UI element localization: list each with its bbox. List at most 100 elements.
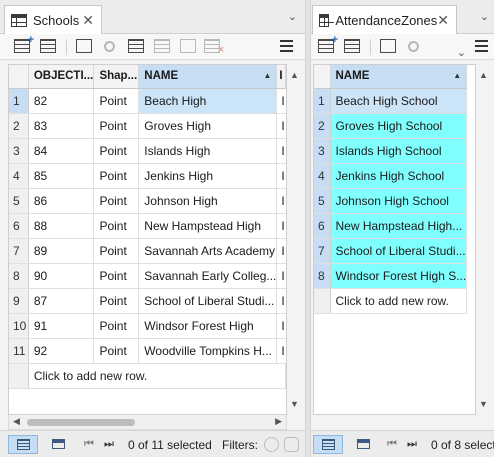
- cell-truncated[interactable]: I: [276, 238, 286, 264]
- show-selected-records-icon[interactable]: [357, 439, 370, 449]
- cell-name[interactable]: New Hampstead High...: [330, 213, 468, 239]
- add-new-row-cell[interactable]: Click to add new row.: [28, 363, 286, 389]
- clear-selection-icon[interactable]: [154, 39, 170, 53]
- tab-attendance-zones[interactable]: AttendanceZones ✕: [312, 5, 457, 34]
- cell-name[interactable]: Windsor Forest High S...: [330, 263, 468, 289]
- chevron-down-icon[interactable]: ⌄: [288, 10, 297, 23]
- column-header-name[interactable]: NAME: [138, 65, 278, 89]
- tab-schools[interactable]: Schools ✕: [4, 5, 102, 34]
- table-row[interactable]: 11 92 Point Woodville Tompkins H... I: [9, 338, 286, 364]
- chevron-down-icon[interactable]: ⌄: [480, 10, 489, 23]
- column-header-truncated[interactable]: I: [276, 65, 286, 89]
- show-selected-records-icon[interactable]: [52, 439, 65, 449]
- switch-selection-icon[interactable]: [128, 39, 144, 53]
- cell-name[interactable]: Jenkins High: [138, 163, 278, 189]
- cell-shape[interactable]: Point: [93, 88, 140, 114]
- show-all-records-button[interactable]: [313, 435, 343, 454]
- cell-truncated[interactable]: I: [276, 213, 286, 239]
- row-number[interactable]: 4: [9, 163, 29, 189]
- scroll-left-icon[interactable]: ◀: [13, 416, 20, 427]
- scroll-down-icon[interactable]: ▼: [479, 399, 488, 409]
- select-by-attributes-icon[interactable]: [380, 39, 396, 53]
- cell-shape[interactable]: Point: [93, 313, 140, 339]
- scroll-up-icon[interactable]: ▲: [479, 70, 488, 80]
- table-row[interactable]: 6 88 Point New Hampstead High I: [9, 213, 286, 239]
- row-number[interactable]: 7: [9, 238, 29, 264]
- add-new-row-cell[interactable]: Click to add new row.: [330, 288, 468, 314]
- horizontal-scrollbar[interactable]: ◀ ▶: [8, 415, 287, 430]
- cell-objectid[interactable]: 89: [28, 238, 95, 264]
- calculate-field-icon[interactable]: [344, 39, 360, 53]
- cell-name[interactable]: Jenkins High School: [330, 163, 468, 189]
- cell-objectid[interactable]: 85: [28, 163, 95, 189]
- cell-objectid[interactable]: 82: [28, 88, 95, 114]
- table-row[interactable]: 7 School of Liberal Studi...: [314, 238, 468, 264]
- cell-truncated[interactable]: I: [276, 288, 286, 314]
- add-row[interactable]: Click to add new row.: [9, 363, 286, 389]
- cell-name[interactable]: Johnson High: [138, 188, 278, 214]
- menu-icon[interactable]: [475, 40, 488, 52]
- table-row[interactable]: 6 New Hampstead High...: [314, 213, 468, 239]
- cell-name[interactable]: Islands High: [138, 138, 278, 164]
- row-number[interactable]: 3: [9, 138, 29, 164]
- cell-objectid[interactable]: 91: [28, 313, 95, 339]
- table-row[interactable]: 4 Jenkins High School: [314, 163, 468, 189]
- copy-selection-icon[interactable]: [180, 39, 196, 53]
- add-row[interactable]: Click to add new row.: [314, 288, 468, 314]
- cell-shape[interactable]: Point: [93, 213, 140, 239]
- table-row[interactable]: 5 86 Point Johnson High I: [9, 188, 286, 214]
- cell-objectid[interactable]: 87: [28, 288, 95, 314]
- cell-truncated[interactable]: I: [276, 88, 286, 114]
- column-header-objectid[interactable]: OBJECTI...: [28, 65, 95, 89]
- extent-filter-icon[interactable]: [264, 437, 279, 452]
- row-number[interactable]: 2: [314, 113, 331, 139]
- add-field-icon[interactable]: [318, 34, 338, 53]
- cell-truncated[interactable]: I: [276, 113, 286, 139]
- select-by-attributes-icon[interactable]: [76, 39, 92, 53]
- cell-shape[interactable]: Point: [93, 113, 140, 139]
- cell-truncated[interactable]: I: [276, 313, 286, 339]
- cell-shape[interactable]: Point: [93, 263, 140, 289]
- row-number[interactable]: 7: [314, 238, 331, 264]
- last-record-icon[interactable]: ⏭: [407, 438, 417, 451]
- table-row[interactable]: 1 Beach High School: [314, 88, 468, 114]
- delete-selection-icon[interactable]: [204, 39, 224, 56]
- scroll-right-icon[interactable]: ▶: [275, 416, 282, 427]
- cell-shape[interactable]: Point: [93, 188, 140, 214]
- table-row[interactable]: 5 Johnson High School: [314, 188, 468, 214]
- row-number[interactable]: 8: [314, 263, 331, 289]
- cell-name[interactable]: Beach High School: [330, 88, 468, 114]
- row-number[interactable]: 1: [314, 88, 331, 114]
- add-field-icon[interactable]: [14, 34, 34, 53]
- cell-shape[interactable]: Point: [93, 138, 140, 164]
- row-number[interactable]: 10: [9, 313, 29, 339]
- cell-name[interactable]: Beach High: [138, 88, 278, 114]
- row-number[interactable]: 8: [9, 263, 29, 289]
- vertical-scrollbar[interactable]: ▲ ▼: [477, 64, 490, 415]
- cell-name[interactable]: Groves High: [138, 113, 278, 139]
- table-row[interactable]: 8 90 Point Savannah Early Colleg... I: [9, 263, 286, 289]
- first-record-icon[interactable]: ⏮: [84, 438, 94, 451]
- cell-objectid[interactable]: 84: [28, 138, 95, 164]
- cell-objectid[interactable]: 86: [28, 188, 95, 214]
- overflow-chevron-icon[interactable]: ⌄: [457, 46, 466, 59]
- cell-shape[interactable]: Point: [93, 338, 140, 364]
- cell-name[interactable]: Savannah Arts Academy: [138, 238, 278, 264]
- row-number[interactable]: 6: [314, 213, 331, 239]
- cell-shape[interactable]: Point: [93, 163, 140, 189]
- vertical-scrollbar[interactable]: ▲ ▼: [288, 64, 301, 415]
- cell-name[interactable]: School of Liberal Studi...: [330, 238, 468, 264]
- cell-objectid[interactable]: 83: [28, 113, 95, 139]
- show-all-records-button[interactable]: [8, 435, 38, 454]
- row-number[interactable]: 9: [9, 288, 29, 314]
- cell-shape[interactable]: Point: [93, 238, 140, 264]
- zoom-to-selection-icon[interactable]: [408, 41, 419, 52]
- cell-name[interactable]: School of Liberal Studi...: [138, 288, 278, 314]
- last-record-icon[interactable]: ⏭: [104, 438, 114, 451]
- cell-name[interactable]: Woodville Tompkins H...: [138, 338, 278, 364]
- cell-truncated[interactable]: I: [276, 163, 286, 189]
- table-row[interactable]: 8 Windsor Forest High S...: [314, 263, 468, 289]
- zoom-to-selection-icon[interactable]: [104, 41, 115, 52]
- cell-truncated[interactable]: I: [276, 138, 286, 164]
- cell-name[interactable]: Groves High School: [330, 113, 468, 139]
